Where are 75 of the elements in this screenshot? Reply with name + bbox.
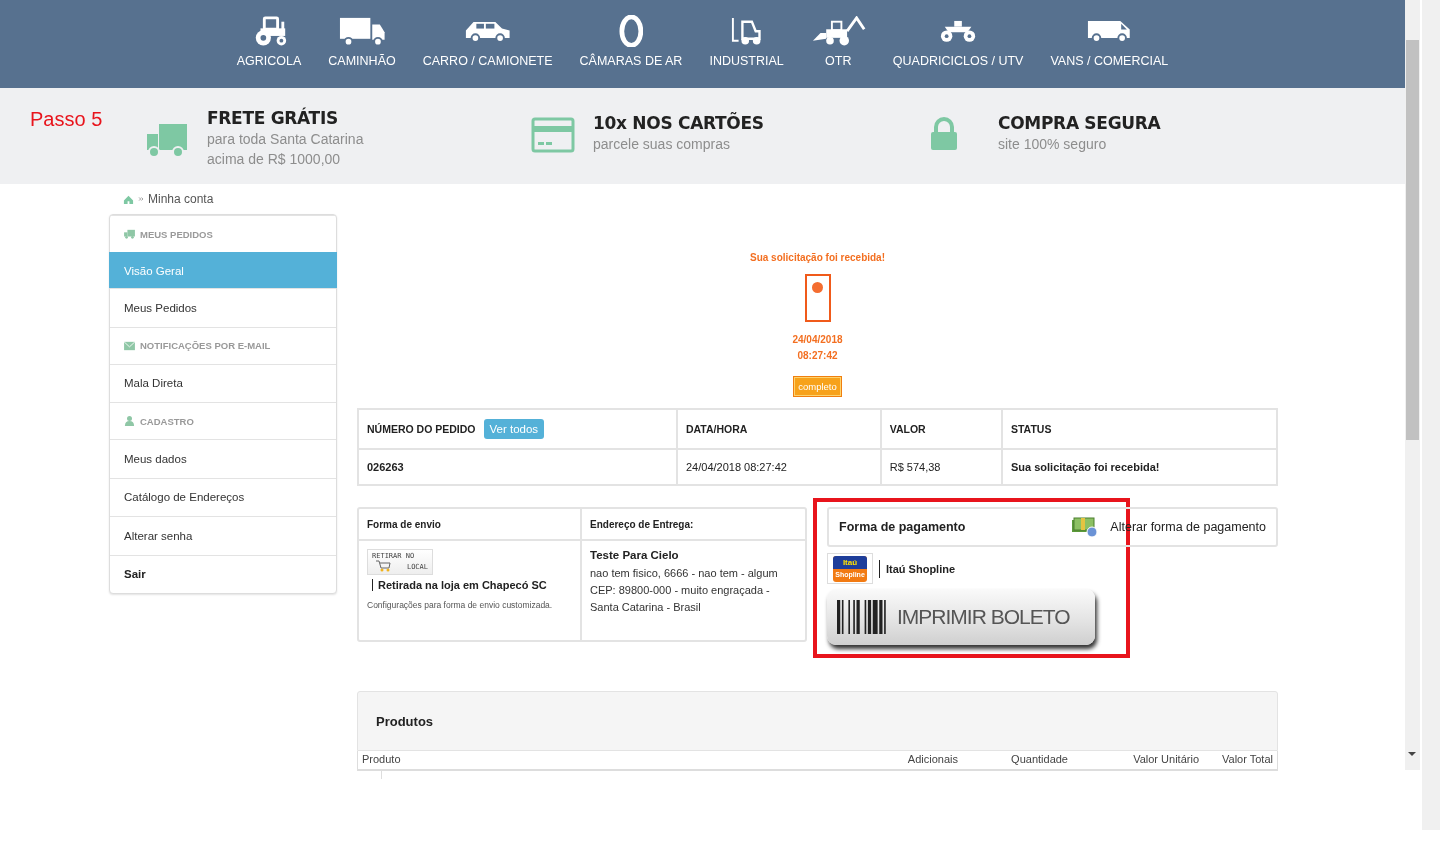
lock-icon bbox=[930, 117, 958, 151]
category-link[interactable]: VANS / COMERCIAL bbox=[1050, 14, 1169, 68]
feature-text: site 100% seguro bbox=[998, 135, 1108, 153]
column-header: Valor Total bbox=[1221, 752, 1274, 767]
tire-icon bbox=[618, 14, 644, 48]
category-link[interactable]: AGRICOLA bbox=[236, 14, 302, 68]
menu-item[interactable]: Sair bbox=[110, 554, 336, 593]
scrollbar-thumb[interactable] bbox=[1406, 40, 1419, 440]
column-header: Adicionais bbox=[906, 752, 959, 767]
address-line: Santa Catarina - Brasil bbox=[590, 600, 702, 615]
print-boleto-button[interactable]: IMPRIMIR BOLETO bbox=[827, 589, 1095, 645]
section-title: NOTIFICAÇÕES POR E-MAIL bbox=[140, 340, 271, 351]
status-badge: completo bbox=[793, 376, 842, 397]
shipping-note: Configurações para forma de envio customizada. bbox=[367, 599, 554, 612]
menu-item[interactable]: Meus dados bbox=[110, 439, 336, 478]
shipping-method: Retirada na loja em Chapecó SC bbox=[372, 579, 572, 591]
section-title: MEUS PEDIDOS bbox=[140, 228, 213, 240]
column-header: STATUS bbox=[1001, 409, 1277, 449]
breadcrumb-link[interactable]: Minha conta bbox=[148, 192, 214, 206]
address-line: CEP: 89800-000 - muito engraçada - bbox=[590, 583, 771, 598]
category-link[interactable]: QUADRICICLOS / UTV bbox=[892, 14, 1024, 68]
forklift-icon bbox=[731, 16, 762, 46]
table-cell: R$ 574,38 bbox=[880, 449, 1002, 485]
category-link[interactable]: CAMINHÃO bbox=[328, 14, 396, 68]
column-header: Quantidade bbox=[1010, 752, 1069, 767]
column-header: Forma de envio bbox=[367, 518, 441, 530]
scrollbar[interactable] bbox=[1405, 0, 1420, 770]
payment-method: Itaú Shopline bbox=[879, 559, 956, 578]
category-link[interactable]: OTR bbox=[810, 14, 866, 68]
feature-title: COMPRA SEGURA bbox=[998, 113, 1161, 133]
barcode-icon bbox=[837, 600, 889, 634]
category-link[interactable]: CARRO / CAMIONETE bbox=[422, 14, 553, 68]
feature-text: parcele suas compras bbox=[593, 135, 731, 153]
menu-item[interactable]: Mala Direta bbox=[110, 363, 336, 402]
category-link[interactable]: CÂMARAS DE AR bbox=[579, 14, 683, 68]
scroll-down-icon[interactable] bbox=[1408, 752, 1416, 756]
column-header: Produto bbox=[361, 752, 402, 767]
column-header: Endereço de Entrega: bbox=[590, 518, 694, 530]
car-icon bbox=[463, 19, 512, 43]
menu-item[interactable]: Alterar senha bbox=[110, 516, 336, 555]
table-cell: 24/04/2018 08:27:42 bbox=[676, 449, 881, 485]
feature-text: acima de R$ 1000,00 bbox=[207, 150, 342, 168]
credit-card-icon bbox=[531, 117, 575, 153]
column-header: NÚMERO DO PEDIDO bbox=[367, 423, 476, 435]
truck-icon bbox=[338, 15, 386, 47]
table-cell: 026263 bbox=[358, 449, 677, 485]
payment-title: Forma de pagamento bbox=[839, 520, 966, 534]
person-icon bbox=[124, 416, 135, 426]
status-message: Sua solicitação foi recebida! bbox=[749, 252, 885, 263]
menu-item[interactable]: Meus Pedidos bbox=[110, 288, 336, 327]
step-label: Passo 5 bbox=[30, 108, 103, 131]
status-time: 08:27:42 bbox=[797, 349, 838, 363]
column-header: VALOR bbox=[880, 409, 1002, 449]
menu-item[interactable]: Catálogo de Endereços bbox=[110, 477, 336, 516]
home-icon[interactable] bbox=[123, 193, 134, 205]
van-icon bbox=[1087, 19, 1132, 43]
money-icon bbox=[1072, 516, 1099, 538]
column-header: DATA/HORA bbox=[676, 409, 881, 449]
envelope-icon bbox=[124, 340, 135, 351]
feature-text: para toda Santa Catarina bbox=[207, 130, 364, 148]
panel-title: Produtos bbox=[376, 713, 434, 729]
atv-icon bbox=[940, 19, 977, 43]
section-title: CADASTRO bbox=[140, 415, 194, 427]
feature-title: FRETE GRÁTIS bbox=[207, 108, 339, 128]
feature-title: 10x NOS CARTÕES bbox=[593, 113, 764, 133]
status-date: 24/04/2018 bbox=[792, 333, 843, 347]
column-header: Valor Unitário bbox=[1132, 752, 1200, 767]
status-marker bbox=[804, 274, 831, 322]
truck-icon bbox=[124, 229, 135, 239]
recipient-name: Teste Para Cielo bbox=[590, 549, 680, 561]
address-line: nao tem fisico, 6666 - nao tem - algum bbox=[590, 566, 779, 581]
category-link[interactable]: INDUSTRIAL bbox=[709, 14, 784, 68]
separator-icon bbox=[138, 196, 144, 202]
table-cell: Sua solicitação foi recebida! bbox=[1001, 449, 1277, 485]
backhoe-icon bbox=[810, 16, 866, 46]
